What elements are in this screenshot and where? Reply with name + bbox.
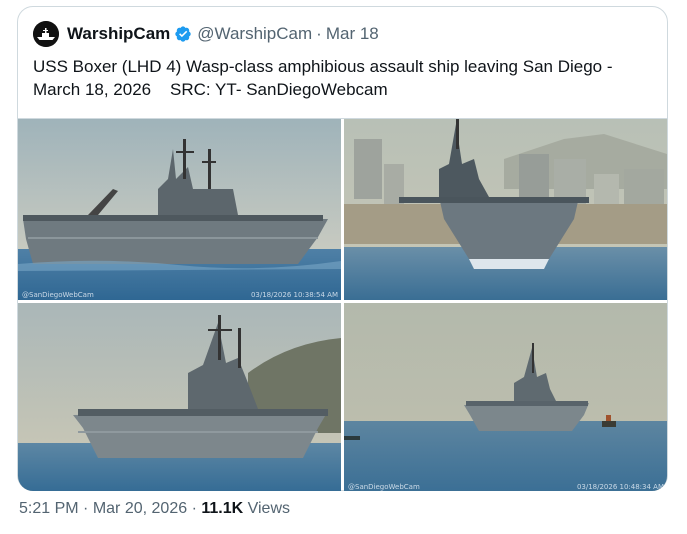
separator-dot: · bbox=[83, 500, 89, 517]
quoted-tweet-header: WarshipCam @WarshipCam · Mar 18 bbox=[33, 21, 379, 47]
photo-timestamp: 03/18/2026 10:38:54 AM bbox=[250, 291, 338, 299]
photo-watermark: @SanDiegoWebCam bbox=[348, 483, 420, 491]
verified-badge-icon bbox=[174, 25, 192, 43]
views-label: Views bbox=[247, 500, 290, 517]
quoted-tweet-date[interactable]: Mar 18 bbox=[326, 24, 379, 44]
photo-grid: @SanDiegoWebCam 03/18/2026 10:38:54 AM @… bbox=[18, 118, 667, 491]
photo-3[interactable] bbox=[18, 303, 341, 491]
views-count[interactable]: 11.1K bbox=[201, 500, 243, 517]
quoted-tweet-text: USS Boxer (LHD 4) Wasp-class amphibious … bbox=[33, 57, 613, 99]
tweet-meta: 5:21 PM · Mar 20, 2026 · 11.1K Views bbox=[19, 500, 290, 518]
separator-dot: · bbox=[191, 500, 197, 517]
warship-silhouette-icon bbox=[33, 21, 59, 47]
tweet-time[interactable]: 5:21 PM bbox=[19, 500, 79, 517]
separator-dot: · bbox=[316, 24, 322, 43]
photo-watermark: @SanDiegoWebCam bbox=[22, 291, 94, 299]
photo-timestamp: 03/18/2026 10:48:34 AM bbox=[576, 483, 664, 491]
avatar[interactable] bbox=[33, 21, 59, 47]
photo-2[interactable] bbox=[344, 119, 667, 300]
quoted-tweet-card[interactable]: WarshipCam @WarshipCam · Mar 18 USS Boxe… bbox=[17, 6, 668, 491]
quoted-author-name[interactable]: WarshipCam bbox=[67, 24, 170, 44]
tweet-date[interactable]: Mar 20, 2026 bbox=[93, 500, 187, 517]
photo-4[interactable]: @SanDiegoWebCam 03/18/2026 10:48:34 AM bbox=[344, 303, 667, 491]
photo-1[interactable]: @SanDiegoWebCam 03/18/2026 10:38:54 AM bbox=[18, 119, 341, 300]
quoted-author-handle[interactable]: @WarshipCam bbox=[197, 24, 312, 44]
